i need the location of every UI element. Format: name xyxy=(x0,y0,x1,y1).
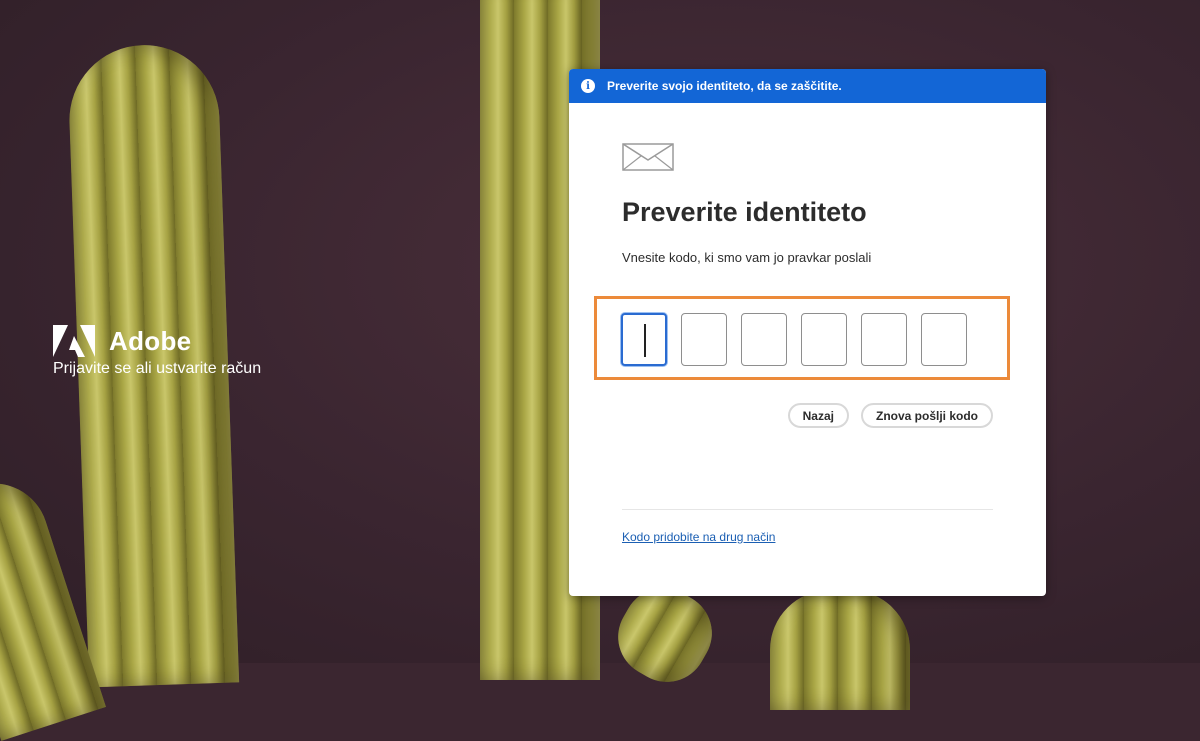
page-title: Preverite identiteto xyxy=(622,197,867,227)
banner-text: Preverite svojo identiteto, da se zaščit… xyxy=(607,79,842,93)
code-digit-1[interactable] xyxy=(621,313,667,366)
brand-name: Adobe xyxy=(109,325,192,356)
dialog-body: Preverite identiteto Vnesite kodo, ki sm… xyxy=(569,103,1046,265)
code-input-group xyxy=(621,313,967,366)
adobe-logo-icon xyxy=(53,325,95,357)
dialog-actions: Nazaj Znova pošlji kodo xyxy=(787,403,993,428)
code-digit-4[interactable] xyxy=(801,313,847,366)
info-icon: i xyxy=(581,79,595,93)
text-caret xyxy=(644,324,646,357)
code-digit-5[interactable] xyxy=(861,313,907,366)
verify-identity-dialog: i Preverite svojo identiteto, da se zašč… xyxy=(569,69,1046,596)
code-digit-2[interactable] xyxy=(681,313,727,366)
instruction-text: Vnesite kodo, ki smo vam jo pravkar posl… xyxy=(622,250,872,265)
resend-code-button[interactable]: Znova pošlji kodo xyxy=(860,403,993,428)
brand-tagline: Prijavite se ali ustvarite račun xyxy=(53,360,262,377)
code-digit-6[interactable] xyxy=(921,313,967,366)
back-button[interactable]: Nazaj xyxy=(787,403,849,428)
brand-block: Adobe Prijavite se ali ustvarite račun xyxy=(53,325,261,378)
code-digit-3[interactable] xyxy=(741,313,787,366)
info-banner: i Preverite svojo identiteto, da se zašč… xyxy=(569,69,1046,103)
cactus-bottom-right xyxy=(770,590,910,710)
alternate-method-link[interactable]: Kodo pridobite na drug način xyxy=(622,530,775,544)
divider xyxy=(622,509,993,510)
mail-icon xyxy=(622,143,674,171)
